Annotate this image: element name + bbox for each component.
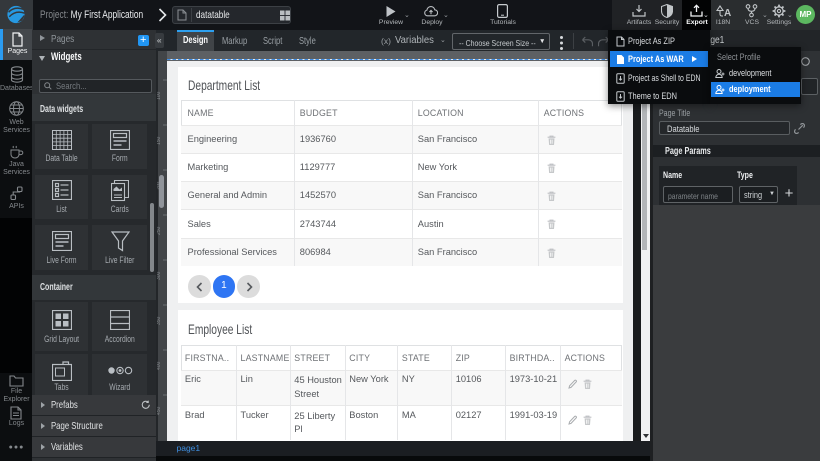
svg-text:A: A — [724, 8, 731, 18]
svg-text:300: 300 — [157, 271, 162, 280]
svg-text:350: 350 — [157, 316, 162, 325]
svg-text:100: 100 — [157, 91, 162, 100]
svg-text:250: 250 — [157, 226, 162, 235]
svg-text:450: 450 — [157, 406, 162, 415]
svg-text:400: 400 — [157, 361, 162, 370]
svg-text:150: 150 — [157, 136, 162, 145]
